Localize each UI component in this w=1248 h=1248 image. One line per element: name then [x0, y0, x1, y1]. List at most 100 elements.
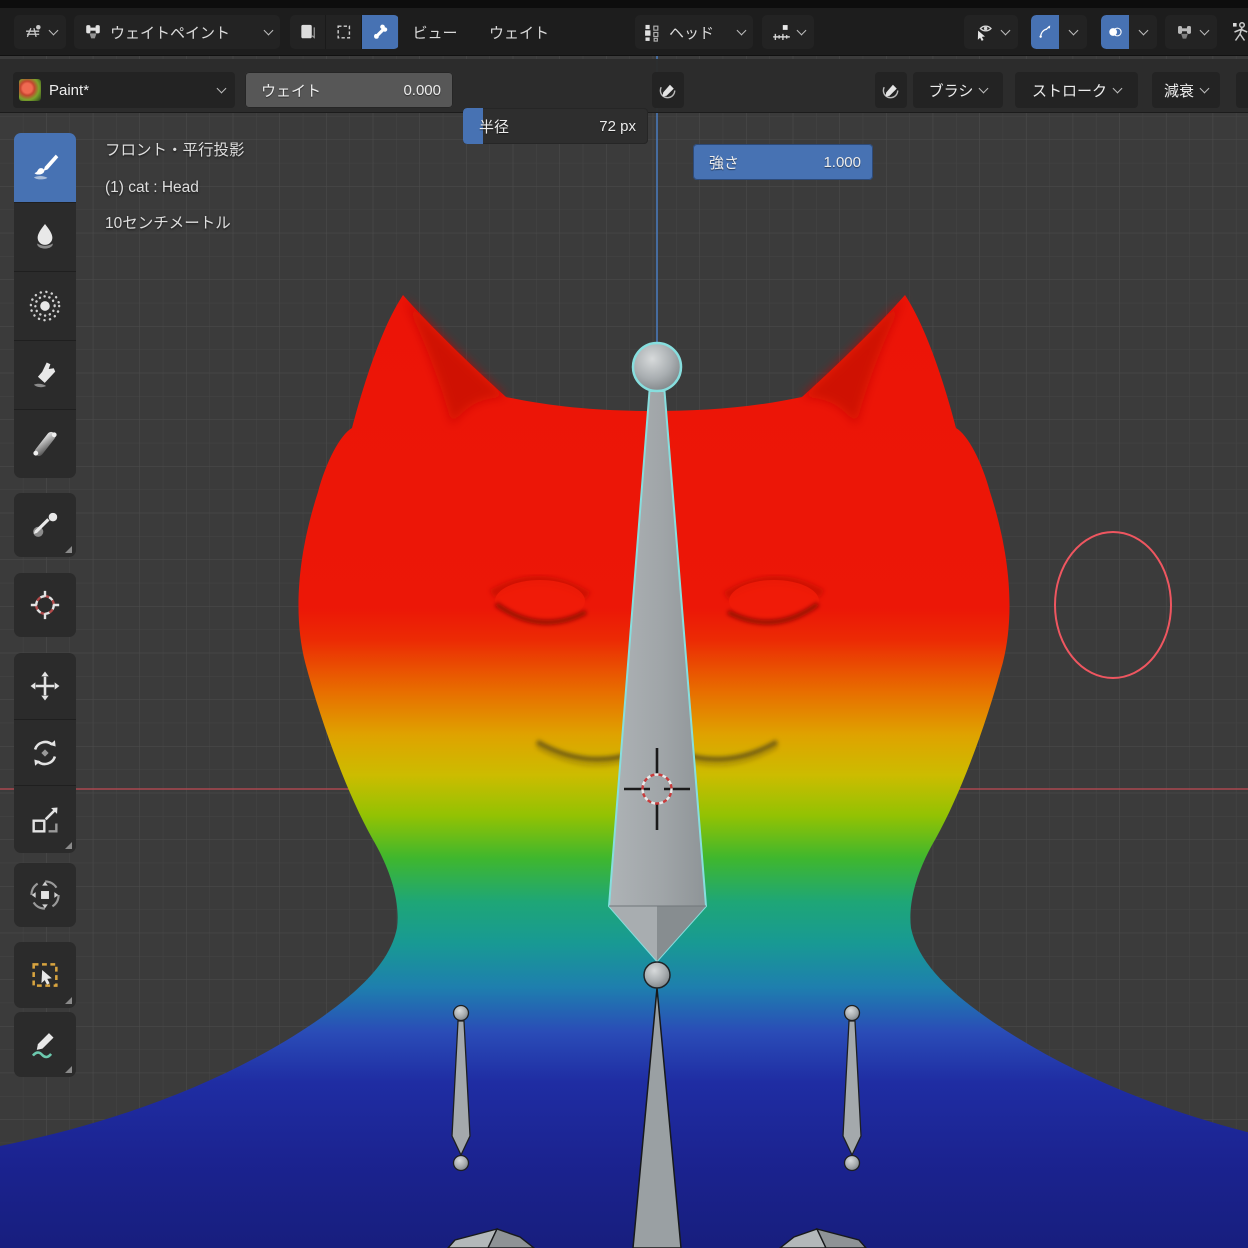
chevron-down-icon — [263, 25, 274, 35]
weight-slider[interactable]: ウェイト 0.000 — [245, 72, 453, 108]
tool-average[interactable] — [14, 271, 76, 340]
brush-popover-label: ブラシ — [928, 82, 974, 100]
gizmo-toggle[interactable] — [1031, 15, 1059, 49]
tool-rotate[interactable] — [14, 719, 76, 785]
face-select-mask-icon — [300, 24, 315, 39]
chevron-down-icon — [1199, 83, 1210, 93]
stroke-popover[interactable]: ストローク — [1015, 72, 1138, 108]
gizmo-icon — [1039, 25, 1051, 38]
gradient-icon — [33, 431, 57, 457]
paint-mask-toggle-group — [290, 15, 399, 49]
snap-increment-icon — [773, 24, 790, 40]
scale-icon — [32, 807, 58, 833]
tool-scale[interactable] — [14, 785, 76, 853]
chevron-down-icon — [978, 83, 989, 93]
submenu-indicator — [65, 1066, 72, 1073]
tool-draw-brush[interactable] — [14, 133, 76, 202]
chevron-down-icon — [1000, 25, 1010, 35]
annotate-icon — [31, 1032, 54, 1058]
move-icon — [30, 671, 60, 701]
tool-blur[interactable] — [14, 202, 76, 271]
cursor-3d-icon — [30, 590, 60, 620]
bone-select-icon — [374, 24, 388, 39]
eyedropper-icon — [33, 512, 58, 537]
tool-cursor[interactable] — [14, 573, 76, 637]
editor-type-selector[interactable] — [14, 15, 66, 49]
rotate-icon — [33, 739, 57, 766]
editor-3d-viewport-icon — [26, 24, 41, 37]
tool-gradient[interactable] — [14, 409, 76, 478]
tool-smear[interactable] — [14, 340, 76, 409]
head-bone-head-sphere — [631, 341, 683, 393]
strength-value: 1.000 — [823, 153, 861, 171]
bone-dropdown-label: ヘッド — [669, 24, 715, 42]
weight-paint-mode-icon — [86, 25, 100, 39]
weight-paint-shading-icon — [1178, 25, 1191, 39]
brush-popover[interactable]: ブラシ — [913, 72, 1003, 108]
overlays-control — [1101, 15, 1157, 49]
average-dots-icon — [29, 290, 61, 322]
radius-slider[interactable]: 半径 72 px — [463, 108, 648, 144]
tool-select-box[interactable] — [14, 942, 76, 1008]
chevron-down-icon — [1199, 25, 1210, 35]
menu-view-label: ビュー — [412, 24, 458, 42]
brush-icon — [33, 154, 59, 179]
chevron-down-icon — [796, 25, 807, 35]
overlays-dropdown[interactable] — [1129, 15, 1157, 49]
overlays-toggle[interactable] — [1101, 15, 1129, 49]
menu-weights[interactable]: ウェイト — [482, 15, 556, 49]
tool-transform[interactable] — [14, 863, 76, 927]
bone-select-toggle[interactable] — [362, 15, 398, 49]
gizmo-dropdown[interactable] — [1059, 15, 1087, 49]
falloff-popover-label: 減衰 — [1163, 82, 1194, 100]
bone-collections-dropdown[interactable]: ヘッド — [635, 15, 753, 49]
clipped-popover[interactable] — [1236, 72, 1248, 108]
menu-view[interactable]: ビュー — [407, 15, 463, 49]
viewport-header: ウェイトペイント ビュー ウェイト ヘッド — [0, 8, 1248, 56]
brush-selector[interactable]: Paint* — [13, 72, 235, 108]
vertex-select-mask-icon — [336, 25, 350, 39]
weight-value: 0.000 — [403, 81, 441, 99]
strength-slider[interactable]: 強さ 1.000 — [693, 144, 873, 180]
armature-pose-icon — [1233, 21, 1248, 41]
blender-window: フロント・平行投影 (1) cat : Head 10センチメートル ウェイトペ… — [0, 0, 1248, 1248]
visibility-dropdown[interactable] — [964, 15, 1018, 49]
menu-weights-label: ウェイト — [488, 24, 549, 42]
submenu-indicator — [65, 842, 72, 849]
tool-sample-weight[interactable] — [14, 493, 76, 557]
topbar-edge — [0, 0, 1248, 8]
stylus-pressure-icon — [882, 82, 898, 98]
snapping-dropdown[interactable] — [762, 15, 814, 49]
tool-move[interactable] — [14, 653, 76, 719]
brush-name-label: Paint* — [49, 81, 90, 99]
radius-value: 72 px — [599, 117, 636, 135]
select-box-icon — [32, 963, 58, 987]
face-select-mask-toggle[interactable] — [290, 15, 326, 49]
viewport-overlay-text: フロント・平行投影 (1) cat : Head 10センチメートル — [105, 133, 245, 243]
visibility-eye-pointer-icon — [977, 25, 992, 41]
tool-settings-bar: Paint* ウェイト 0.000 半径 72 px 強さ 1.000 ブラシ … — [0, 59, 1248, 180]
weight-label: ウェイト — [261, 82, 322, 100]
vertex-select-mask-toggle[interactable] — [326, 15, 362, 49]
grid-scale-text: 10センチメートル — [105, 215, 231, 232]
overlays-icon — [1109, 27, 1122, 37]
bone-collections-icon — [645, 24, 659, 42]
radius-label: 半径 — [479, 118, 510, 136]
chevron-down-icon — [48, 25, 59, 35]
chevron-down-icon — [1068, 25, 1078, 35]
submenu-indicator — [65, 997, 72, 1004]
smear-icon — [33, 362, 56, 388]
tool-annotate[interactable] — [14, 1012, 76, 1077]
strength-label: 強さ — [709, 154, 740, 172]
strength-pressure-toggle[interactable] — [875, 72, 907, 108]
armature-pose-button[interactable] — [1220, 15, 1248, 49]
brush-thumbnail — [19, 79, 41, 101]
mode-dropdown[interactable]: ウェイトペイント — [74, 15, 280, 49]
weight-paint-shading-dropdown[interactable] — [1165, 15, 1217, 49]
submenu-indicator — [65, 546, 72, 553]
radius-pressure-toggle[interactable] — [652, 72, 684, 108]
head-bone-tail-sphere — [643, 961, 671, 989]
gizmo-control — [1031, 15, 1087, 49]
transform-icon — [30, 880, 60, 910]
falloff-popover[interactable]: 減衰 — [1152, 72, 1220, 108]
